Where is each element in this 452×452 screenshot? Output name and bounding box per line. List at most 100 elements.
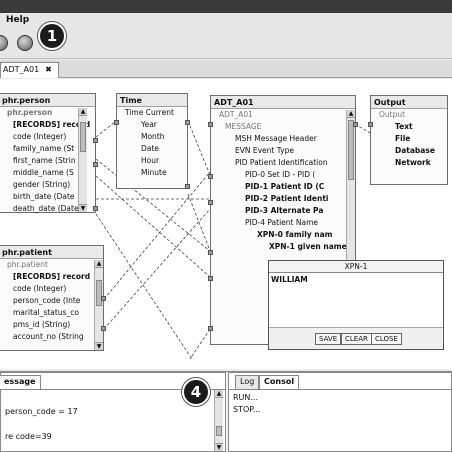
scrollbar[interactable]: ▲ ▼ xyxy=(78,108,87,212)
scrollbar[interactable]: ▲ ▼ xyxy=(214,390,223,451)
list-item[interactable]: pms_id (String) xyxy=(0,319,103,331)
list-item[interactable]: account_no (String xyxy=(0,331,103,343)
scroll-thumb[interactable] xyxy=(96,280,102,306)
message-line: re code=39 xyxy=(5,432,52,441)
port-icon[interactable] xyxy=(185,184,190,189)
toolbar xyxy=(0,29,452,59)
list-item[interactable]: Year xyxy=(117,119,187,131)
tab-log[interactable]: Log xyxy=(235,375,260,389)
tab-message[interactable]: essage xyxy=(0,375,41,389)
console-line: RUN... xyxy=(233,393,259,402)
scroll-up-icon[interactable]: ▲ xyxy=(95,260,103,268)
mapping-canvas[interactable]: phr.person phr.person [RECORDS] record c… xyxy=(0,79,452,369)
node-time[interactable]: Time Time Current Year Month Date Hour M… xyxy=(114,93,190,189)
scroll-down-icon[interactable]: ▼ xyxy=(95,342,103,350)
port-icon[interactable] xyxy=(353,122,358,127)
list-item: phr.patient xyxy=(7,260,48,269)
node-output[interactable]: Output Output Text File Database Network xyxy=(368,95,448,185)
list-item[interactable]: Database xyxy=(371,145,447,157)
save-button[interactable]: SAVE xyxy=(315,333,342,345)
scroll-thumb[interactable] xyxy=(348,120,354,180)
node-title: ADT_A01 xyxy=(211,96,355,109)
callout-badge-1: 1 xyxy=(38,22,66,50)
node-phr-patient[interactable]: phr.patient phr.patient [RECORDS] record… xyxy=(0,245,106,351)
scroll-thumb[interactable] xyxy=(80,122,86,152)
port-icon[interactable] xyxy=(93,138,98,143)
panel-divider xyxy=(229,389,451,390)
port-icon[interactable] xyxy=(208,326,213,331)
list-item[interactable]: Network xyxy=(371,157,447,169)
callout-badge-4: 4 xyxy=(182,378,210,406)
node-title: Output xyxy=(371,96,447,109)
close-button[interactable]: CLOSE xyxy=(371,333,402,345)
port-icon[interactable] xyxy=(368,122,373,127)
link-line xyxy=(187,120,211,176)
list-item[interactable]: PID-1 Patient ID (C xyxy=(211,181,355,193)
list-item[interactable]: Hour xyxy=(117,155,187,167)
node-phr-person[interactable]: phr.person phr.person [RECORDS] record c… xyxy=(0,93,98,213)
list-item[interactable]: PID-4 Patient Name xyxy=(211,217,355,229)
list-item[interactable]: PID-3 Alternate Pa xyxy=(211,205,355,217)
port-icon[interactable] xyxy=(93,162,98,167)
clear-button[interactable]: CLEAR xyxy=(341,333,372,345)
list-item[interactable]: Date xyxy=(117,143,187,155)
value-input[interactable]: WILLIAM xyxy=(271,275,308,284)
list-item[interactable]: PID-0 Set ID - PID ( xyxy=(211,169,355,181)
list-item[interactable]: [RECORDS] record xyxy=(0,271,103,283)
link-line xyxy=(95,120,117,138)
list-item[interactable]: MESSAGE xyxy=(211,121,355,133)
list-item[interactable]: PID Patient Identification xyxy=(211,157,355,169)
list-item[interactable]: PID-2 Patient Identi xyxy=(211,193,355,205)
list-item[interactable]: File xyxy=(371,133,447,145)
port-icon[interactable] xyxy=(208,174,213,179)
scroll-down-icon[interactable]: ▼ xyxy=(79,204,87,212)
port-icon[interactable] xyxy=(208,200,213,205)
log-panel: Log Consol RUN... STOP... xyxy=(228,372,452,452)
link-line xyxy=(95,175,211,278)
message-line: person_code = 17 xyxy=(5,407,78,416)
port-icon[interactable] xyxy=(185,120,190,125)
link-line xyxy=(95,213,193,360)
scroll-up-icon[interactable]: ▲ xyxy=(215,390,223,398)
list-item[interactable]: marital_status_co xyxy=(0,307,103,319)
list-item[interactable]: Text xyxy=(371,121,447,133)
list-item[interactable]: Minute xyxy=(117,167,187,179)
list-item[interactable]: person_code (Inte xyxy=(0,295,103,307)
list-item[interactable]: MSH Message Header xyxy=(211,133,355,145)
port-icon[interactable] xyxy=(208,250,213,255)
list-item: ADT_A01 xyxy=(219,110,253,119)
window-titlebar xyxy=(0,0,452,13)
link-line xyxy=(103,171,211,300)
scrollbar[interactable]: ▲ ▼ xyxy=(94,260,103,350)
close-icon[interactable]: ✖ xyxy=(45,65,52,74)
popup-button-bar: SAVE CLEAR CLOSE xyxy=(269,327,443,349)
toolbar-disc-icon[interactable] xyxy=(0,35,8,51)
menu-bar: Help xyxy=(0,13,452,29)
scroll-up-icon[interactable]: ▲ xyxy=(79,108,87,116)
port-icon[interactable] xyxy=(101,326,106,331)
bottom-area: essage person_code = 17 re code=39 ▲ ▼ L… xyxy=(0,371,452,452)
port-icon[interactable] xyxy=(101,296,106,301)
database-icon[interactable] xyxy=(17,35,33,51)
list-item[interactable]: XPN-0 family nam xyxy=(211,229,355,241)
tab-console[interactable]: Consol xyxy=(259,375,300,389)
list-item: Output xyxy=(379,110,406,119)
list-item[interactable]: code (Integer) xyxy=(0,283,103,295)
list-item[interactable]: Month xyxy=(117,131,187,143)
port-icon[interactable] xyxy=(93,206,98,211)
port-icon[interactable] xyxy=(114,120,119,125)
popup-title: XPN-1 xyxy=(269,261,443,273)
scroll-up-icon[interactable]: ▲ xyxy=(347,110,355,118)
scroll-thumb[interactable] xyxy=(216,426,222,436)
port-icon[interactable] xyxy=(208,276,213,281)
port-icon[interactable] xyxy=(208,122,213,127)
scroll-down-icon[interactable]: ▼ xyxy=(215,443,223,451)
list-item[interactable]: EVN Event Type xyxy=(211,145,355,157)
list-item[interactable]: XPN-1 given name xyxy=(211,241,355,253)
list-item[interactable]: Time Current xyxy=(117,107,187,119)
menu-help[interactable]: Help xyxy=(6,15,29,25)
value-editor-popup[interactable]: XPN-1 WILLIAM SAVE CLEAR CLOSE xyxy=(268,260,444,350)
tab-adt-a01[interactable]: ADT_A01 ✖ xyxy=(0,62,59,78)
tab-label: ADT_A01 xyxy=(3,65,40,74)
node-title: Time xyxy=(117,94,187,107)
